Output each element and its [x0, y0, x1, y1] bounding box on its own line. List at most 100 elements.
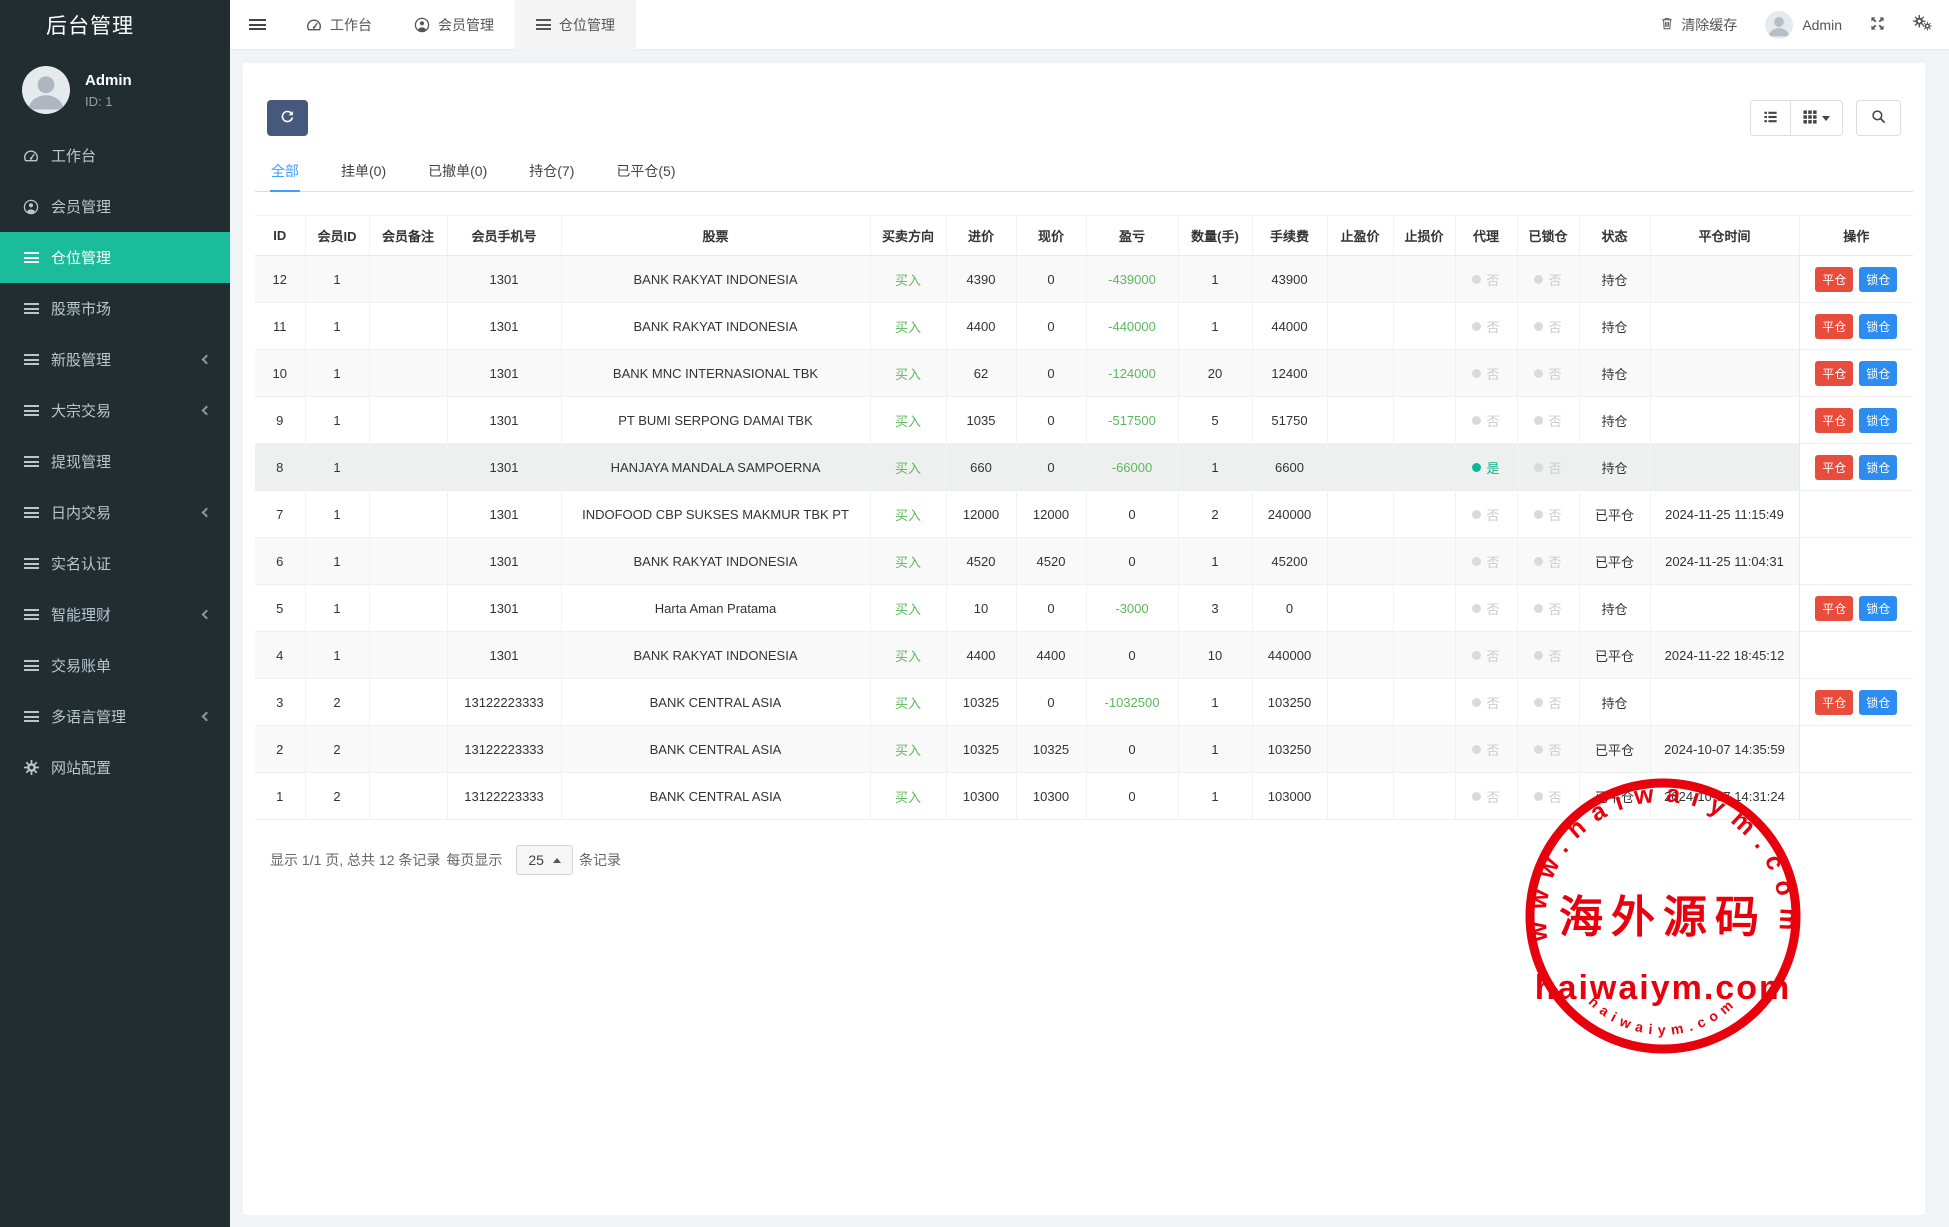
close-position-button[interactable]: 平仓 [1815, 455, 1853, 480]
filter-tab-all[interactable]: 全部 [270, 153, 300, 192]
cell-stop-profit [1327, 632, 1393, 679]
refresh-button[interactable] [267, 100, 308, 136]
toggle-off[interactable]: 否 [1534, 505, 1561, 524]
cell-id: 9 [255, 397, 305, 444]
toggle-off[interactable]: 否 [1472, 411, 1499, 430]
close-position-button[interactable]: 平仓 [1815, 361, 1853, 386]
toggle-off[interactable]: 否 [1534, 552, 1561, 571]
sidebar-item-trade-bills[interactable]: 交易账单 [0, 640, 230, 691]
filter-tab-holding[interactable]: 持仓(7) [528, 153, 575, 191]
lock-position-button[interactable]: 锁仓 [1859, 361, 1897, 386]
sidebar-item-languages[interactable]: 多语言管理 [0, 691, 230, 742]
grid-view-button[interactable] [1790, 101, 1842, 135]
lock-position-button[interactable]: 锁仓 [1859, 314, 1897, 339]
toggle-label: 否 [1486, 740, 1499, 759]
sidebar-item-kyc[interactable]: 实名认证 [0, 538, 230, 589]
toggle-off[interactable]: 否 [1534, 364, 1561, 383]
cell-entry-price: 10325 [946, 679, 1016, 726]
column-header-current-price: 现价 [1016, 216, 1086, 256]
cell-fee: 6600 [1252, 444, 1327, 491]
sidebar-item-block-trade[interactable]: 大宗交易 [0, 385, 230, 436]
sidebar-item-withdrawals[interactable]: 提现管理 [0, 436, 230, 487]
cell-fee: 103250 [1252, 679, 1327, 726]
sidebar-item-site-config[interactable]: 网站配置 [0, 742, 230, 793]
tab-label: 仓位管理 [559, 15, 615, 35]
tab-members[interactable]: 会员管理 [393, 0, 515, 50]
sidebar-item-new-stock[interactable]: 新股管理 [0, 334, 230, 385]
toggle-off[interactable]: 否 [1534, 317, 1561, 336]
navbar-tabs: 工作台会员管理 仓位管理 [285, 0, 636, 50]
close-position-button[interactable]: 平仓 [1815, 267, 1853, 292]
sidebar-item-workbench[interactable]: 工作台 [0, 130, 230, 181]
table-row: 1111301BANK RAKYAT INDONESIA买入44000-4400… [255, 303, 1913, 350]
fullscreen-button[interactable] [1870, 16, 1885, 34]
cell-stop-profit [1327, 585, 1393, 632]
toggle-off[interactable]: 否 [1472, 364, 1499, 383]
toggle-off[interactable]: 否 [1534, 270, 1561, 289]
toggle-on[interactable]: 是 [1472, 458, 1499, 477]
toggle-off[interactable]: 否 [1472, 552, 1499, 571]
search-button[interactable] [1856, 100, 1901, 136]
table-row: 711301INDOFOOD CBP SUKSES MAKMUR TBK PT买… [255, 491, 1913, 538]
toggle-off[interactable]: 否 [1472, 270, 1499, 289]
cell-quantity: 10 [1178, 632, 1252, 679]
cell-stock: BANK CENTRAL ASIA [561, 726, 870, 773]
filter-tab-closed[interactable]: 已平仓(5) [615, 153, 676, 191]
filter-tab-pending[interactable]: 挂单(0) [340, 153, 387, 191]
clear-cache-button[interactable]: 清除缓存 [1660, 15, 1737, 35]
sidebar-item-intraday[interactable]: 日内交易 [0, 487, 230, 538]
cell-status: 持仓 [1579, 350, 1650, 397]
lock-position-button[interactable]: 锁仓 [1859, 408, 1897, 433]
cell-status: 持仓 [1579, 444, 1650, 491]
table-row: 911301PT BUMI SERPONG DAMAI TBK买入10350-5… [255, 397, 1913, 444]
column-header-id: ID [255, 216, 305, 256]
toggle-off[interactable]: 否 [1534, 787, 1561, 806]
toggle-off[interactable]: 否 [1472, 317, 1499, 336]
close-position-button[interactable]: 平仓 [1815, 596, 1853, 621]
toggle-off[interactable]: 否 [1472, 693, 1499, 712]
column-header-close-time: 平仓时间 [1650, 216, 1799, 256]
tab-positions[interactable]: 仓位管理 [515, 0, 636, 50]
chevron-left-icon [202, 610, 212, 620]
table-row: 1211301BANK RAKYAT INDONESIA买入43900-4390… [255, 256, 1913, 303]
sidebar-item-members[interactable]: 会员管理 [0, 181, 230, 232]
toggle-dot-icon [1534, 369, 1543, 378]
toggle-off[interactable]: 否 [1534, 458, 1561, 477]
cell-pnl: -440000 [1086, 303, 1178, 350]
cell-agent: 否 [1455, 491, 1517, 538]
sidebar-toggle-button[interactable] [230, 19, 285, 30]
tab-workbench[interactable]: 工作台 [285, 0, 393, 50]
toggle-off[interactable]: 否 [1472, 740, 1499, 759]
sidebar-item-smart-finance[interactable]: 智能理财 [0, 589, 230, 640]
list-view-button[interactable] [1751, 101, 1790, 135]
close-position-button[interactable]: 平仓 [1815, 314, 1853, 339]
bars-icon [22, 354, 40, 365]
page-size-select[interactable]: 25 [516, 845, 573, 875]
toggle-off[interactable]: 否 [1534, 693, 1561, 712]
toggle-off[interactable]: 否 [1534, 411, 1561, 430]
lock-position-button[interactable]: 锁仓 [1859, 267, 1897, 292]
cell-member-id: 1 [305, 491, 369, 538]
toggle-off[interactable]: 否 [1534, 599, 1561, 618]
close-position-button[interactable]: 平仓 [1815, 690, 1853, 715]
sidebar-item-stock-market[interactable]: 股票市场 [0, 283, 230, 334]
lock-position-button[interactable]: 锁仓 [1859, 455, 1897, 480]
toggle-off[interactable]: 否 [1472, 787, 1499, 806]
toggle-dot-icon [1472, 416, 1481, 425]
toggle-off[interactable]: 否 [1534, 740, 1561, 759]
trash-icon [1660, 16, 1674, 34]
toggle-off[interactable]: 否 [1472, 599, 1499, 618]
sidebar-item-positions[interactable]: 仓位管理 [0, 232, 230, 283]
cell-agent: 否 [1455, 679, 1517, 726]
toggle-off[interactable]: 否 [1472, 646, 1499, 665]
cell-entry-price: 12000 [946, 491, 1016, 538]
toggle-off[interactable]: 否 [1534, 646, 1561, 665]
lock-position-button[interactable]: 锁仓 [1859, 690, 1897, 715]
lock-position-button[interactable]: 锁仓 [1859, 596, 1897, 621]
table-row: 411301BANK RAKYAT INDONESIA买入44004400010… [255, 632, 1913, 679]
filter-tab-cancelled[interactable]: 已撤单(0) [427, 153, 488, 191]
navbar-user[interactable]: Admin [1765, 11, 1842, 39]
settings-button[interactable] [1913, 15, 1933, 34]
close-position-button[interactable]: 平仓 [1815, 408, 1853, 433]
toggle-off[interactable]: 否 [1472, 505, 1499, 524]
